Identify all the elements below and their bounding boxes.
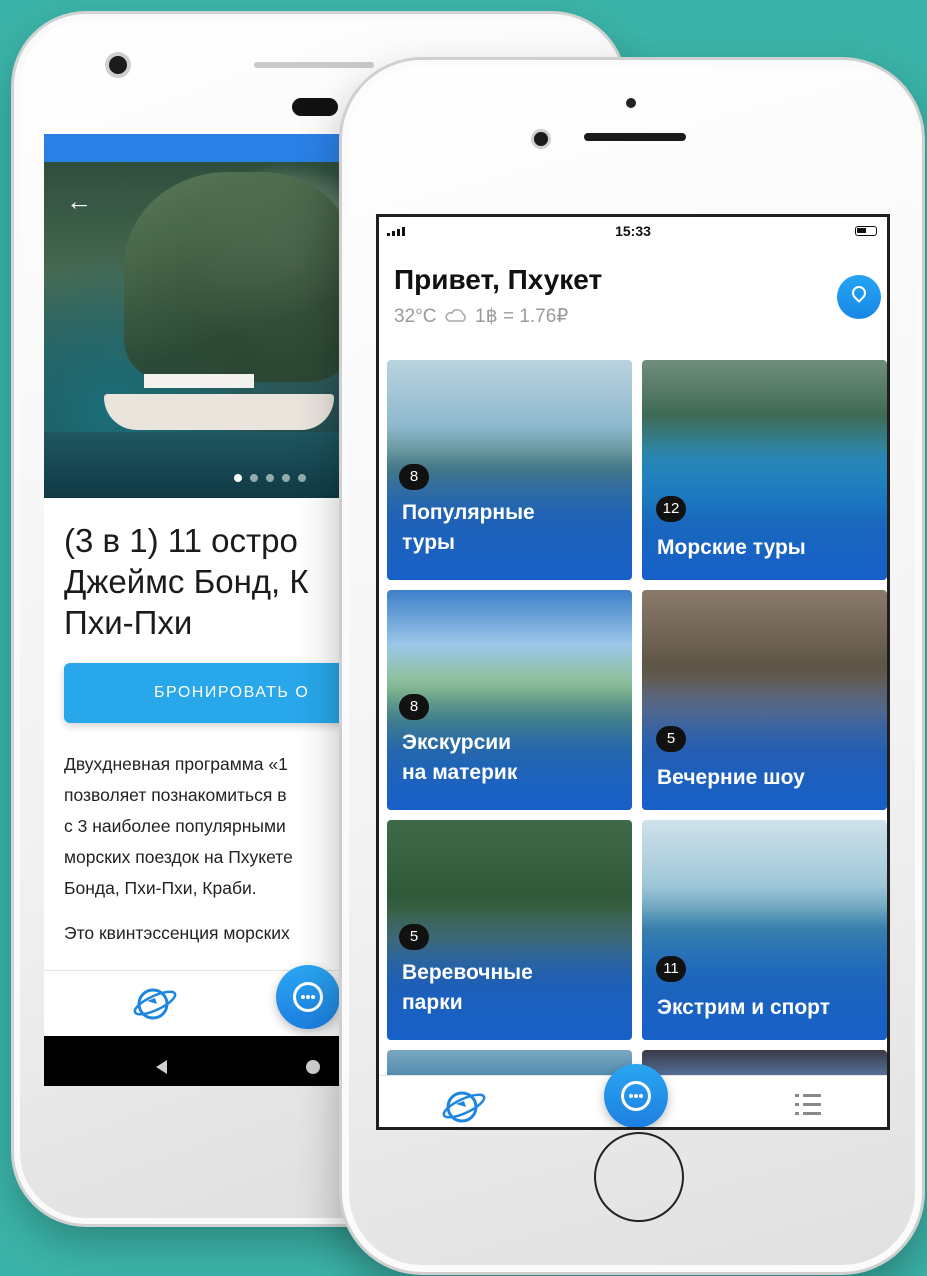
weather-line: 32°C 1฿ = 1.76₽ bbox=[394, 305, 568, 328]
chat-bubble-icon bbox=[621, 1081, 651, 1111]
category-card[interactable]: 5 Вечерние шоу bbox=[642, 590, 887, 810]
chat-bubble-icon bbox=[293, 982, 323, 1012]
globe-plane-icon[interactable] bbox=[132, 983, 178, 1023]
chat-button[interactable] bbox=[276, 965, 340, 1029]
globe-plane-icon[interactable] bbox=[441, 1086, 487, 1126]
android-screen: ← (3 в 1) 11 остро Джеймс Бонд, К Пхи-Пх… bbox=[44, 134, 384, 1086]
category-label: Экскурсии на материк bbox=[402, 731, 518, 784]
chat-button[interactable] bbox=[604, 1064, 668, 1127]
arrow-left-icon[interactable]: ← bbox=[66, 188, 92, 214]
tour-count-badge: 12 bbox=[656, 496, 686, 522]
category-card[interactable]: 12 Морские туры bbox=[642, 360, 887, 580]
category-label: Популярные туры bbox=[402, 501, 535, 554]
battery-icon bbox=[855, 226, 877, 236]
category-card[interactable]: 5 Веревочные парки bbox=[387, 820, 632, 1040]
category-label: Морские туры bbox=[657, 536, 806, 559]
front-sensor bbox=[626, 98, 636, 108]
iphone-screen: 15:33 Привет, Пхукет 32°C 1฿ = 1.76₽ 8 П… bbox=[376, 214, 890, 1130]
proximity-sensor bbox=[292, 98, 338, 116]
home-button[interactable] bbox=[594, 1132, 684, 1222]
tour-count-badge: 8 bbox=[399, 464, 429, 490]
category-label: Вечерние шоу bbox=[657, 766, 805, 789]
android-status-bar bbox=[44, 134, 384, 162]
front-camera bbox=[109, 56, 127, 74]
carousel-dot[interactable] bbox=[282, 474, 290, 482]
carousel-dot[interactable] bbox=[234, 474, 242, 482]
front-camera bbox=[534, 132, 548, 146]
earpiece-speaker bbox=[254, 62, 374, 68]
category-card[interactable]: 11 Экстрим и спорт bbox=[642, 820, 887, 1040]
nav-home-icon[interactable] bbox=[306, 1060, 320, 1074]
temperature: 32°C bbox=[394, 306, 437, 327]
ios-tab-bar bbox=[379, 1064, 887, 1127]
android-tab-bar bbox=[44, 965, 384, 1037]
tour-count-badge: 5 bbox=[656, 726, 686, 752]
category-card[interactable]: 8 Популярные туры bbox=[387, 360, 632, 580]
location-pin-icon bbox=[849, 283, 869, 303]
carousel-dot[interactable] bbox=[298, 474, 306, 482]
tour-hero-image: ← bbox=[44, 162, 384, 498]
greeting-title: Привет, Пхукет bbox=[394, 264, 603, 295]
image-carousel-dots bbox=[234, 474, 306, 482]
cloud-icon bbox=[445, 309, 466, 322]
location-button[interactable] bbox=[837, 275, 881, 319]
ios-status-bar: 15:33 bbox=[379, 217, 887, 247]
status-time: 15:33 bbox=[615, 223, 651, 239]
category-label: Экстрим и спорт bbox=[657, 996, 831, 1019]
tour-title: (3 в 1) 11 остро Джеймс Бонд, К Пхи-Пхи bbox=[64, 522, 309, 641]
carousel-dot[interactable] bbox=[250, 474, 258, 482]
book-button[interactable]: БРОНИРОВАТЬ О bbox=[64, 663, 384, 723]
category-label: Веревочные парки bbox=[402, 961, 533, 1014]
category-card[interactable]: 8 Экскурсии на материк bbox=[387, 590, 632, 810]
tour-count-badge: 8 bbox=[399, 694, 429, 720]
tour-description-more: Это квинтэссенция морских bbox=[64, 923, 290, 943]
earpiece-speaker bbox=[584, 133, 686, 141]
tour-count-badge: 11 bbox=[656, 956, 686, 982]
iphone: 15:33 Привет, Пхукет 32°C 1฿ = 1.76₽ 8 П… bbox=[342, 60, 922, 1272]
tour-description: Двухдневная программа «1 позволяет позна… bbox=[64, 754, 293, 898]
exchange-rate: 1฿ = 1.76₽ bbox=[475, 306, 569, 327]
list-menu-icon[interactable] bbox=[795, 1094, 821, 1116]
carousel-dot[interactable] bbox=[266, 474, 274, 482]
android-nav-bar bbox=[44, 1036, 384, 1086]
tour-count-badge: 5 bbox=[399, 924, 429, 950]
nav-back-icon[interactable] bbox=[156, 1060, 167, 1074]
